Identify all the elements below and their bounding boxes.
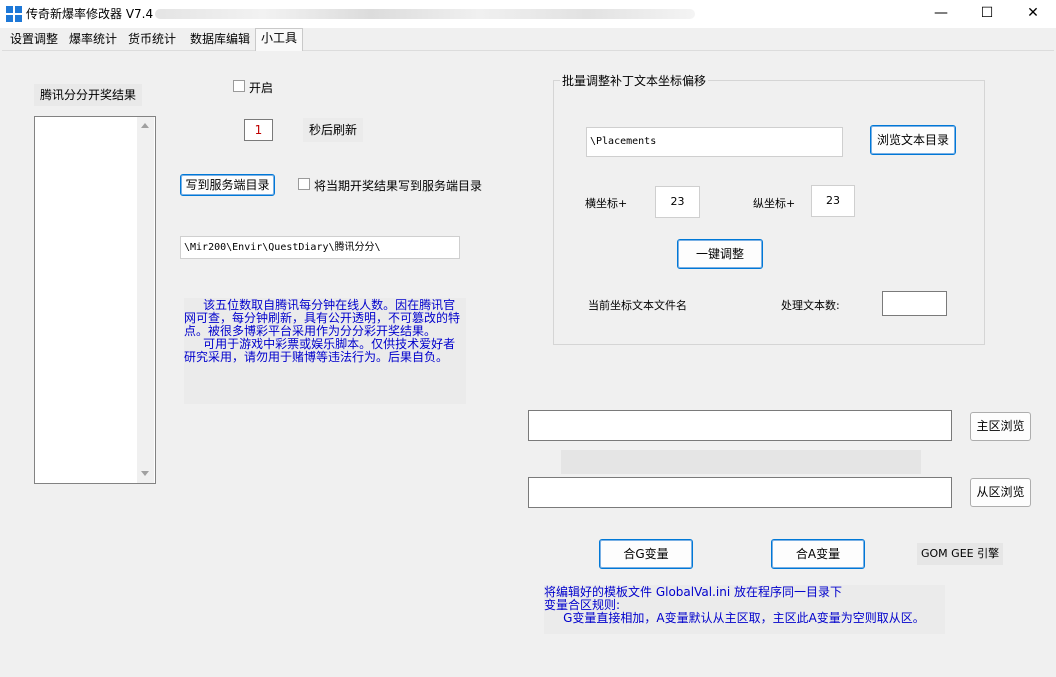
write-current-result-label: 将当期开奖结果写到服务端目录: [314, 179, 483, 193]
tab-tools[interactable]: 小工具: [255, 28, 304, 51]
y-offset-label: 纵坐标+: [753, 197, 796, 210]
refresh-label: 秒后刷新: [303, 118, 364, 142]
processed-count-label: 处理文本数:: [781, 299, 840, 312]
redacted-title-region: [155, 9, 695, 19]
enable-label: 开启: [249, 81, 274, 95]
write-current-result-checkbox[interactable]: [298, 178, 310, 190]
enable-checkbox[interactable]: [233, 80, 245, 92]
refresh-seconds-input[interactable]: 1: [244, 119, 273, 141]
tencent-lottery-note: 该五位数取自腾讯每分钟在线人数。因在腾讯官 网可查，每分钟刷新，具有公开透明，不…: [184, 298, 466, 404]
tab-database-edit[interactable]: 数据库编辑: [185, 30, 255, 50]
engine-label: GOM GEE 引擎: [917, 543, 1004, 565]
scroll-down-icon[interactable]: [141, 471, 149, 476]
list-scrollbar[interactable]: [137, 117, 154, 483]
write-to-server-button[interactable]: 写到服务端目录: [180, 174, 275, 196]
app-icon: [6, 6, 22, 22]
lottery-list-title: 腾讯分分开奖结果: [34, 84, 143, 106]
tab-drop-stats[interactable]: 爆率统计: [64, 30, 122, 50]
sub-zone-browse-button[interactable]: 从区浏览: [970, 478, 1031, 507]
main-zone-path-input[interactable]: [528, 410, 952, 441]
placements-path-input[interactable]: \Placements: [586, 127, 843, 157]
server-path-input[interactable]: \Mir200\Envir\QuestDiary\腾讯分分\: [180, 236, 460, 259]
current-file-label: 当前坐标文本文件名: [588, 299, 687, 312]
x-offset-label: 横坐标+: [585, 197, 628, 210]
processed-count-input[interactable]: [882, 291, 947, 316]
close-button[interactable]: ✕: [1010, 0, 1056, 28]
merge-rules-note: 将编辑好的模板文件 GlobalVal.ini 放在程序同一目录下 变量合区规则…: [544, 585, 945, 634]
minimize-button[interactable]: —: [918, 0, 964, 28]
merge-a-variables-button[interactable]: 合A变量: [771, 539, 865, 569]
main-zone-browse-button[interactable]: 主区浏览: [970, 412, 1031, 441]
batch-offset-title: 批量调整补丁文本坐标偏移: [560, 72, 709, 89]
one-click-adjust-button[interactable]: 一键调整: [677, 239, 763, 269]
progress-area: [561, 450, 921, 474]
tab-settings[interactable]: 设置调整: [5, 30, 63, 50]
y-offset-input[interactable]: 23: [811, 185, 855, 217]
merge-g-variables-button[interactable]: 合G变量: [599, 539, 693, 569]
sub-zone-path-input[interactable]: [528, 477, 952, 508]
maximize-button[interactable]: ☐: [964, 0, 1010, 28]
x-offset-input[interactable]: 23: [655, 186, 700, 218]
window-title: 传奇新爆率修改器 V7.4: [26, 7, 154, 21]
browse-text-dir-button[interactable]: 浏览文本目录: [870, 125, 956, 155]
tab-currency-stats[interactable]: 货币统计: [123, 30, 181, 50]
scroll-up-icon[interactable]: [141, 123, 149, 128]
